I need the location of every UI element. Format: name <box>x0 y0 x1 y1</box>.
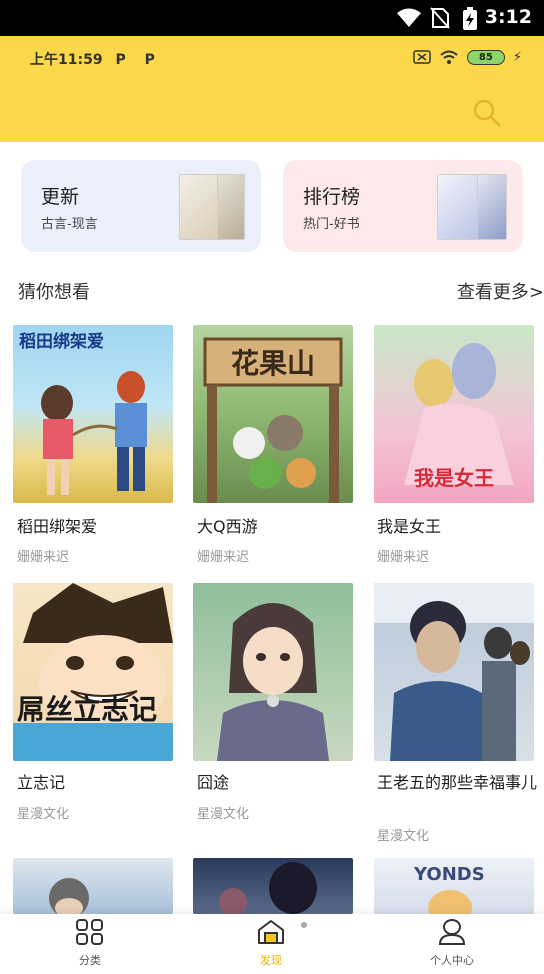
comic-cover-illustration <box>217 603 329 761</box>
cover-title-art: 稻田绑架爱 <box>19 331 104 352</box>
notification-dot <box>301 922 307 928</box>
ranking-card-title: 排行榜 <box>303 186 361 208</box>
system-time: 3:12 <box>484 6 532 28</box>
wifi-icon <box>440 50 458 64</box>
comic-author: 星漫文化 <box>197 807 250 822</box>
book-stack-image <box>437 174 481 240</box>
nav-item-discover[interactable]: 发现 <box>211 918 331 968</box>
ranking-card-subtitle: 热门-好书 <box>303 217 360 232</box>
see-more-link[interactable]: 查看更多> <box>457 278 544 304</box>
comic-cover[interactable]: YONDS <box>374 858 534 914</box>
comic-cover[interactable]: 花果山 <box>193 325 353 503</box>
book-stack-image <box>217 174 245 240</box>
comic-cover[interactable]: 屌丝立志记 <box>13 583 173 761</box>
no-sim-icon <box>430 7 450 29</box>
comic-title[interactable]: 囧途 <box>197 772 359 794</box>
comic-cover-illustration: 我是女王 <box>404 343 514 490</box>
ranking-card[interactable]: 排行榜 热门-好书 <box>283 160 523 252</box>
user-icon <box>438 919 466 945</box>
comic-cover[interactable]: 我是女王 <box>374 325 534 503</box>
comic-author: 姗姗来迟 <box>197 550 250 565</box>
system-status-bar: 3:12 <box>0 0 544 36</box>
comic-cover[interactable] <box>374 583 534 761</box>
comic-title[interactable]: 王老五的那些幸福事儿 <box>377 772 539 794</box>
comic-cover-illustration: 稻田绑架爱 <box>19 331 147 495</box>
sim-off-icon <box>413 50 431 64</box>
update-card-subtitle: 古言-现言 <box>41 217 98 232</box>
comic-cover-illustration <box>374 583 534 761</box>
nav-item-category[interactable]: 分类 <box>30 918 150 968</box>
cover-title-art: 花果山 <box>231 347 315 380</box>
update-card[interactable]: 更新 古言-现言 <box>21 160 261 252</box>
inner-status-icons: 85 ⚡ <box>413 48 522 66</box>
search-icon[interactable] <box>470 96 502 128</box>
comic-author: 星漫文化 <box>377 829 430 844</box>
nav-item-profile[interactable]: 个人中心 <box>392 918 512 968</box>
comic-author: 姗姗来迟 <box>377 550 430 565</box>
comic-title[interactable]: 立志记 <box>17 772 179 794</box>
update-card-title: 更新 <box>41 186 80 208</box>
comic-cover-illustration <box>219 862 317 914</box>
wifi-icon <box>397 8 421 27</box>
inner-status-time: 上午11:59 <box>30 52 103 68</box>
comic-author: 姗姗来迟 <box>17 550 70 565</box>
cover-title-art: YONDS <box>413 864 485 885</box>
comic-cover-illustration: 花果山 <box>203 337 343 503</box>
comic-cover[interactable] <box>193 583 353 761</box>
comic-title[interactable]: 大Q西游 <box>197 516 359 538</box>
comic-title[interactable]: 我是女王 <box>377 516 539 538</box>
cover-title-art: 屌丝立志记 <box>17 693 157 726</box>
section-title: 猜你想看 <box>18 282 90 303</box>
cover-title-art: 我是女王 <box>414 466 494 490</box>
comic-cover[interactable] <box>193 858 353 914</box>
nav-label: 个人中心 <box>430 954 474 967</box>
p-app-icon: P <box>115 52 126 68</box>
battery-charging-icon <box>463 7 477 30</box>
comic-cover-illustration: YONDS <box>413 864 485 914</box>
app-header: 上午11:59 P P 85 ⚡ <box>0 36 544 142</box>
comic-author: 星漫文化 <box>17 807 70 822</box>
battery-indicator: 85 <box>466 49 505 65</box>
p-app-icon: P <box>144 52 155 68</box>
comic-title[interactable]: 稻田绑架爱 <box>17 516 179 538</box>
nav-label: 分类 <box>79 954 101 967</box>
charging-bolt-icon: ⚡ <box>512 49 522 65</box>
comic-cover[interactable] <box>13 858 173 914</box>
bottom-navigation: 分类 发现 个人中心 <box>0 914 544 974</box>
nav-label: 发现 <box>260 954 282 967</box>
comic-cover-illustration <box>49 878 89 914</box>
home-icon <box>258 920 284 944</box>
comic-cover-illustration: 屌丝立志记 <box>13 583 173 761</box>
book-stack-image <box>477 174 507 240</box>
comic-cover[interactable]: 稻田绑架爱 <box>13 325 173 503</box>
inner-status-bar: 上午11:59 P P <box>30 49 155 69</box>
grid-icon <box>76 919 103 945</box>
